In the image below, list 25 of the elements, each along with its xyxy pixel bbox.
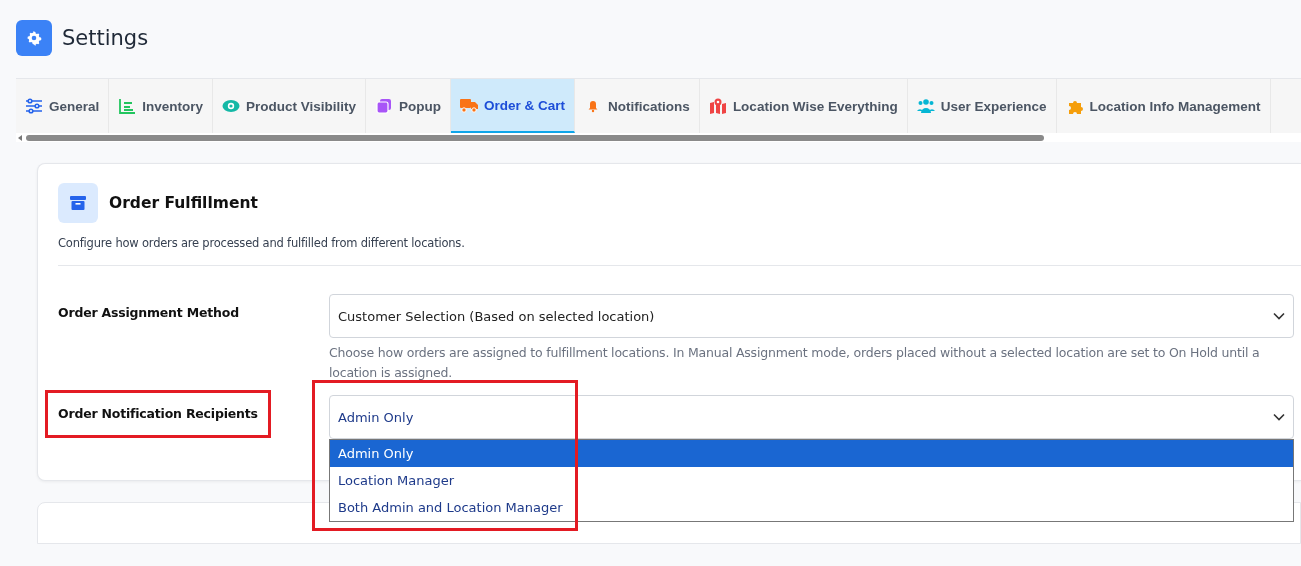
help-text: Choose how orders are assigned to fulfillment locations. In Manual Assignment mode, orders placed without a selected location are set to On Hold until a location is assigned. [329,344,1261,382]
section-title: Order Fulfillment [109,194,258,212]
tab[interactable]: Order & Cart [451,79,576,133]
map-pin-icon [708,98,727,114]
copy-icon [375,98,394,114]
select-field[interactable]: Admin Only [329,395,1294,439]
truck-icon [460,97,479,113]
select-field[interactable]: Customer Selection (Based on selected location) [329,294,1294,338]
sliders-icon [25,98,43,114]
dropdown-option[interactable]: Both Admin and Location Manager [330,494,1293,521]
scrollbar-thumb[interactable] [26,134,1044,141]
dropdown-option[interactable]: Admin Only [330,440,1293,467]
dropdown-option[interactable]: Location Manager [330,467,1293,494]
field-label: Order Notification Recipients [48,393,268,435]
archive-icon [58,183,98,223]
field-label: Order Assignment Method [58,305,239,320]
scroll-left-icon[interactable] [18,134,22,141]
chevron-down-icon [1273,413,1285,421]
users-icon [916,98,935,114]
chart-icon [118,98,137,114]
page-title: Settings [62,26,149,50]
section-description: Configure how orders are processed and fulfilled from different locations. [58,236,1301,266]
settings-icon [16,20,52,56]
eye-icon [222,98,241,114]
chevron-down-icon [1273,312,1285,320]
